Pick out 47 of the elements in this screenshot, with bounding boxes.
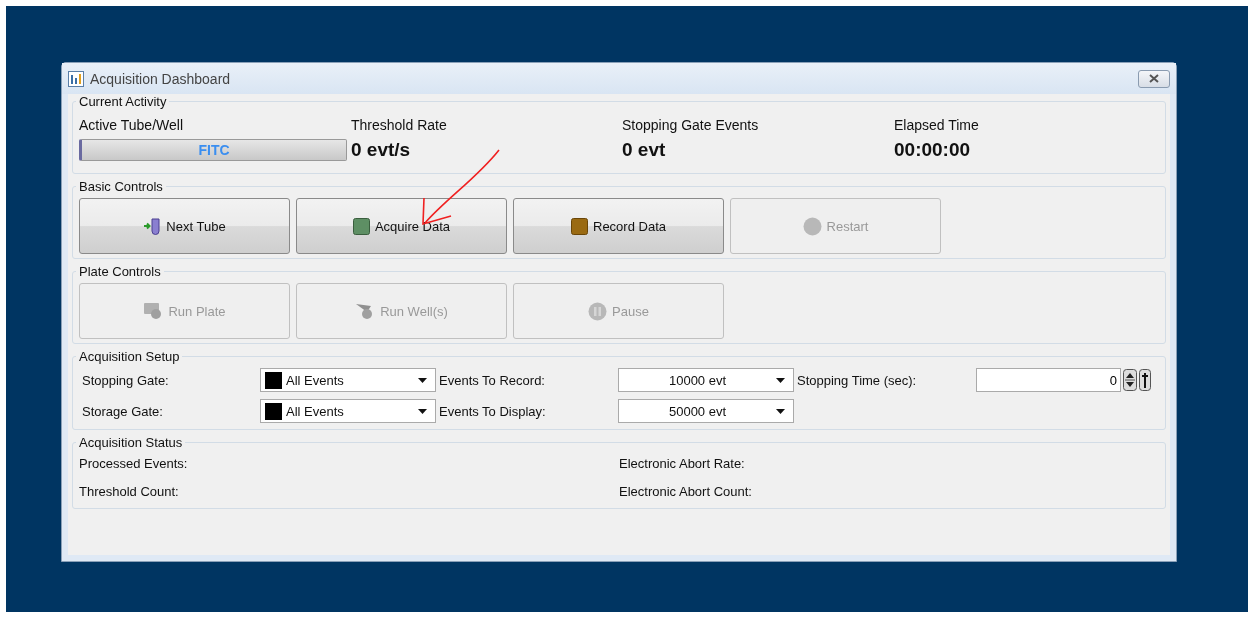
close-icon [1148, 74, 1160, 83]
caret-icon [418, 377, 427, 383]
field-label: Events To Record: [438, 372, 546, 388]
pause-icon [588, 301, 608, 321]
stat-value: 00:00:00 [894, 139, 972, 161]
group-title: Basic Controls [78, 179, 164, 194]
square-icon [571, 217, 588, 235]
status-label: Processed Events: [79, 456, 189, 471]
stat-label: Active Tube/Well [79, 117, 184, 133]
stat-label: Stopping Gate Events [622, 117, 760, 133]
gate-dropdown[interactable]: All Events [260, 399, 436, 423]
stat-value: 0 evt [622, 139, 667, 161]
stopping-time-field[interactable]: 0 [976, 368, 1121, 392]
gate-color-swatch [265, 371, 282, 389]
reset-icon[interactable] [1139, 369, 1151, 391]
status-label: Electronic Abort Rate: [619, 456, 746, 471]
active-tube-field: FITC [79, 139, 347, 161]
group-title: Acquisition Status [78, 435, 184, 450]
field-label: Storage Gate: [81, 403, 164, 419]
status-label: Electronic Abort Count: [619, 484, 752, 499]
field-label: Events To Display: [438, 403, 547, 419]
control-button[interactable]: Next Tube [79, 198, 290, 254]
square-icon [352, 217, 370, 235]
field-label: Stopping Gate: [81, 372, 170, 388]
app-icon [68, 70, 84, 87]
stat-value: 0 evt/s [351, 139, 412, 161]
status-label: Threshold Count: [79, 484, 180, 499]
caret-icon [418, 408, 427, 414]
circle-icon [802, 216, 822, 236]
control-button[interactable]: Record Data [513, 198, 724, 254]
window-title: Acquisition Dashboard [90, 70, 231, 87]
spinner-icon[interactable] [1123, 369, 1137, 391]
caret-icon [776, 408, 785, 414]
group-title: Acquisition Setup [78, 349, 181, 364]
field-label: Stopping Time (sec): [796, 372, 918, 388]
stat-label: Threshold Rate [351, 117, 448, 133]
gate-dropdown[interactable]: All Events [260, 368, 436, 392]
tube-arrow-icon [143, 217, 162, 235]
close-button[interactable] [1138, 69, 1170, 88]
group-title: Plate Controls [78, 264, 162, 279]
stat-label: Elapsed Time [894, 117, 980, 133]
events-dropdown[interactable]: 50000 evt [618, 399, 794, 423]
plate-icon [143, 302, 164, 320]
gate-color-swatch [265, 402, 282, 420]
group-title: Current Activity [78, 94, 168, 109]
caret-icon [776, 377, 785, 383]
events-dropdown[interactable]: 10000 evt [618, 368, 794, 392]
